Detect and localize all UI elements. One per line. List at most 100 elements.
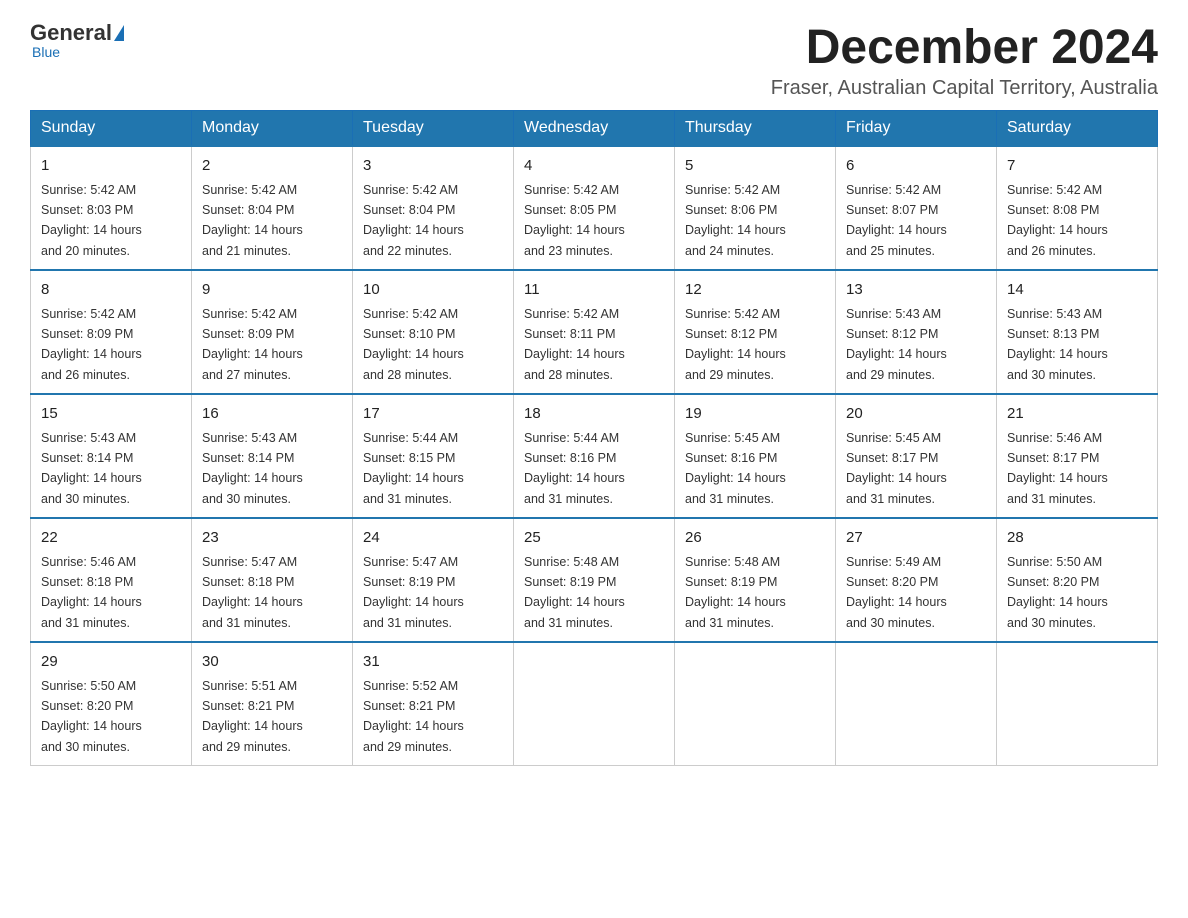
day-detail: Sunrise: 5:45 AMSunset: 8:16 PMDaylight:…	[685, 431, 786, 506]
day-detail: Sunrise: 5:42 AMSunset: 8:04 PMDaylight:…	[363, 183, 464, 258]
day-detail: Sunrise: 5:46 AMSunset: 8:18 PMDaylight:…	[41, 555, 142, 630]
day-number: 11	[524, 279, 664, 302]
logo: General Blue	[30, 20, 124, 60]
day-number: 29	[41, 651, 181, 674]
day-detail: Sunrise: 5:42 AMSunset: 8:03 PMDaylight:…	[41, 183, 142, 258]
day-detail: Sunrise: 5:43 AMSunset: 8:14 PMDaylight:…	[41, 431, 142, 506]
day-detail: Sunrise: 5:43 AMSunset: 8:13 PMDaylight:…	[1007, 307, 1108, 382]
day-detail: Sunrise: 5:47 AMSunset: 8:18 PMDaylight:…	[202, 555, 303, 630]
calendar-cell: 9 Sunrise: 5:42 AMSunset: 8:09 PMDayligh…	[192, 270, 353, 394]
calendar-header-wednesday: Wednesday	[514, 111, 675, 147]
calendar-week-row: 29 Sunrise: 5:50 AMSunset: 8:20 PMDaylig…	[31, 642, 1158, 766]
calendar-cell: 5 Sunrise: 5:42 AMSunset: 8:06 PMDayligh…	[675, 146, 836, 270]
day-number: 22	[41, 527, 181, 550]
calendar-cell: 1 Sunrise: 5:42 AMSunset: 8:03 PMDayligh…	[31, 146, 192, 270]
calendar-cell: 12 Sunrise: 5:42 AMSunset: 8:12 PMDaylig…	[675, 270, 836, 394]
day-number: 19	[685, 403, 825, 426]
day-number: 16	[202, 403, 342, 426]
calendar-cell	[514, 642, 675, 766]
day-number: 27	[846, 527, 986, 550]
day-number: 30	[202, 651, 342, 674]
day-detail: Sunrise: 5:42 AMSunset: 8:09 PMDaylight:…	[41, 307, 142, 382]
day-detail: Sunrise: 5:51 AMSunset: 8:21 PMDaylight:…	[202, 679, 303, 754]
day-number: 26	[685, 527, 825, 550]
calendar-header-friday: Friday	[836, 111, 997, 147]
day-number: 28	[1007, 527, 1147, 550]
calendar-cell: 14 Sunrise: 5:43 AMSunset: 8:13 PMDaylig…	[997, 270, 1158, 394]
calendar-cell: 30 Sunrise: 5:51 AMSunset: 8:21 PMDaylig…	[192, 642, 353, 766]
day-detail: Sunrise: 5:42 AMSunset: 8:10 PMDaylight:…	[363, 307, 464, 382]
day-number: 12	[685, 279, 825, 302]
day-number: 31	[363, 651, 503, 674]
day-number: 7	[1007, 155, 1147, 178]
calendar-cell: 3 Sunrise: 5:42 AMSunset: 8:04 PMDayligh…	[353, 146, 514, 270]
day-number: 25	[524, 527, 664, 550]
day-detail: Sunrise: 5:42 AMSunset: 8:06 PMDaylight:…	[685, 183, 786, 258]
day-detail: Sunrise: 5:42 AMSunset: 8:08 PMDaylight:…	[1007, 183, 1108, 258]
calendar-cell: 29 Sunrise: 5:50 AMSunset: 8:20 PMDaylig…	[31, 642, 192, 766]
day-number: 21	[1007, 403, 1147, 426]
calendar-cell: 22 Sunrise: 5:46 AMSunset: 8:18 PMDaylig…	[31, 518, 192, 642]
day-detail: Sunrise: 5:42 AMSunset: 8:12 PMDaylight:…	[685, 307, 786, 382]
day-detail: Sunrise: 5:45 AMSunset: 8:17 PMDaylight:…	[846, 431, 947, 506]
calendar-cell: 21 Sunrise: 5:46 AMSunset: 8:17 PMDaylig…	[997, 394, 1158, 518]
day-detail: Sunrise: 5:50 AMSunset: 8:20 PMDaylight:…	[41, 679, 142, 754]
calendar-cell: 19 Sunrise: 5:45 AMSunset: 8:16 PMDaylig…	[675, 394, 836, 518]
calendar-cell: 28 Sunrise: 5:50 AMSunset: 8:20 PMDaylig…	[997, 518, 1158, 642]
day-detail: Sunrise: 5:44 AMSunset: 8:15 PMDaylight:…	[363, 431, 464, 506]
calendar-cell: 23 Sunrise: 5:47 AMSunset: 8:18 PMDaylig…	[192, 518, 353, 642]
calendar-week-row: 15 Sunrise: 5:43 AMSunset: 8:14 PMDaylig…	[31, 394, 1158, 518]
day-number: 2	[202, 155, 342, 178]
calendar-header-saturday: Saturday	[997, 111, 1158, 147]
calendar-week-row: 1 Sunrise: 5:42 AMSunset: 8:03 PMDayligh…	[31, 146, 1158, 270]
day-detail: Sunrise: 5:42 AMSunset: 8:11 PMDaylight:…	[524, 307, 625, 382]
day-number: 10	[363, 279, 503, 302]
calendar-cell: 25 Sunrise: 5:48 AMSunset: 8:19 PMDaylig…	[514, 518, 675, 642]
calendar-week-row: 8 Sunrise: 5:42 AMSunset: 8:09 PMDayligh…	[31, 270, 1158, 394]
calendar-cell: 13 Sunrise: 5:43 AMSunset: 8:12 PMDaylig…	[836, 270, 997, 394]
calendar-cell: 10 Sunrise: 5:42 AMSunset: 8:10 PMDaylig…	[353, 270, 514, 394]
calendar-cell: 31 Sunrise: 5:52 AMSunset: 8:21 PMDaylig…	[353, 642, 514, 766]
day-number: 18	[524, 403, 664, 426]
day-number: 13	[846, 279, 986, 302]
day-detail: Sunrise: 5:48 AMSunset: 8:19 PMDaylight:…	[685, 555, 786, 630]
calendar-header-tuesday: Tuesday	[353, 111, 514, 147]
day-detail: Sunrise: 5:47 AMSunset: 8:19 PMDaylight:…	[363, 555, 464, 630]
calendar-header-row: SundayMondayTuesdayWednesdayThursdayFrid…	[31, 111, 1158, 147]
calendar-cell: 7 Sunrise: 5:42 AMSunset: 8:08 PMDayligh…	[997, 146, 1158, 270]
calendar-cell: 16 Sunrise: 5:43 AMSunset: 8:14 PMDaylig…	[192, 394, 353, 518]
location-subtitle: Fraser, Australian Capital Territory, Au…	[771, 77, 1158, 100]
month-year-title: December 2024	[771, 20, 1158, 75]
day-detail: Sunrise: 5:49 AMSunset: 8:20 PMDaylight:…	[846, 555, 947, 630]
day-number: 17	[363, 403, 503, 426]
day-detail: Sunrise: 5:50 AMSunset: 8:20 PMDaylight:…	[1007, 555, 1108, 630]
calendar-cell	[997, 642, 1158, 766]
calendar-cell: 6 Sunrise: 5:42 AMSunset: 8:07 PMDayligh…	[836, 146, 997, 270]
calendar-header-thursday: Thursday	[675, 111, 836, 147]
day-number: 14	[1007, 279, 1147, 302]
day-number: 20	[846, 403, 986, 426]
calendar-cell: 11 Sunrise: 5:42 AMSunset: 8:11 PMDaylig…	[514, 270, 675, 394]
calendar-cell: 27 Sunrise: 5:49 AMSunset: 8:20 PMDaylig…	[836, 518, 997, 642]
day-number: 15	[41, 403, 181, 426]
calendar-week-row: 22 Sunrise: 5:46 AMSunset: 8:18 PMDaylig…	[31, 518, 1158, 642]
day-detail: Sunrise: 5:42 AMSunset: 8:04 PMDaylight:…	[202, 183, 303, 258]
calendar-cell: 8 Sunrise: 5:42 AMSunset: 8:09 PMDayligh…	[31, 270, 192, 394]
day-number: 23	[202, 527, 342, 550]
calendar-cell: 24 Sunrise: 5:47 AMSunset: 8:19 PMDaylig…	[353, 518, 514, 642]
calendar-cell	[836, 642, 997, 766]
day-detail: Sunrise: 5:52 AMSunset: 8:21 PMDaylight:…	[363, 679, 464, 754]
day-detail: Sunrise: 5:42 AMSunset: 8:07 PMDaylight:…	[846, 183, 947, 258]
logo-triangle-icon	[114, 25, 124, 41]
calendar-cell: 18 Sunrise: 5:44 AMSunset: 8:16 PMDaylig…	[514, 394, 675, 518]
day-detail: Sunrise: 5:46 AMSunset: 8:17 PMDaylight:…	[1007, 431, 1108, 506]
day-number: 8	[41, 279, 181, 302]
calendar-cell: 15 Sunrise: 5:43 AMSunset: 8:14 PMDaylig…	[31, 394, 192, 518]
day-detail: Sunrise: 5:43 AMSunset: 8:12 PMDaylight:…	[846, 307, 947, 382]
day-number: 9	[202, 279, 342, 302]
day-number: 4	[524, 155, 664, 178]
day-number: 1	[41, 155, 181, 178]
calendar-cell: 26 Sunrise: 5:48 AMSunset: 8:19 PMDaylig…	[675, 518, 836, 642]
day-detail: Sunrise: 5:43 AMSunset: 8:14 PMDaylight:…	[202, 431, 303, 506]
logo-blue-text: Blue	[32, 44, 60, 60]
